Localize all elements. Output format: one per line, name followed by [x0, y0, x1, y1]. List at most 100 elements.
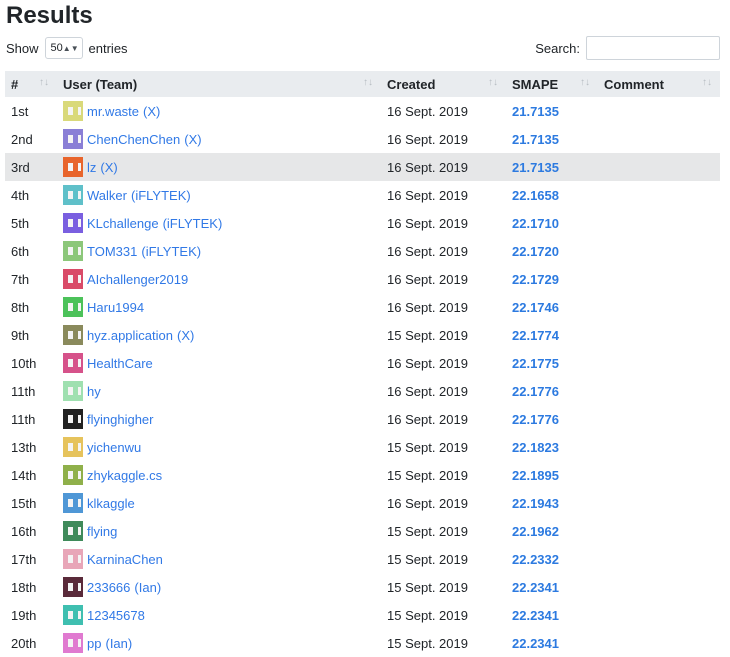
identicon-avatar-icon: [63, 605, 83, 625]
table-row: 17th KarninaChen 15 Sept. 2019 22.2332: [5, 545, 720, 573]
smape-score-link[interactable]: 22.1823: [506, 433, 598, 461]
identicon-avatar-icon: [63, 633, 83, 653]
smape-score-link[interactable]: 22.2332: [506, 545, 598, 573]
rank-cell: 9th: [11, 327, 30, 343]
user-link[interactable]: mr.waste: [87, 104, 139, 119]
team-link[interactable]: (X): [184, 132, 201, 147]
table-row: 5th KLchallenge (iFLYTEK) 16 Sept. 2019 22.1…: [5, 209, 720, 237]
identicon-avatar-icon: [63, 409, 83, 429]
team-link[interactable]: (X): [143, 104, 160, 119]
comment-cell: [598, 181, 720, 209]
user-link[interactable]: TOM331: [87, 244, 137, 259]
smape-score-link[interactable]: 21.7135: [506, 97, 598, 125]
smape-score-link[interactable]: 22.2341: [506, 629, 598, 657]
user-link[interactable]: AIchallenger2019: [87, 272, 188, 287]
user-link[interactable]: KLchallenge: [87, 216, 159, 231]
user-link[interactable]: lz: [87, 160, 96, 175]
team-link[interactable]: (X): [177, 328, 194, 343]
sort-icon: ↑↓: [363, 77, 373, 88]
user-link[interactable]: klkaggle: [87, 496, 135, 511]
comment-cell: [598, 237, 720, 265]
search-input[interactable]: [586, 36, 720, 60]
smape-score-link[interactable]: 22.2341: [506, 573, 598, 601]
rank-cell: 11th: [11, 383, 36, 399]
identicon-avatar-icon: [63, 353, 83, 373]
identicon-avatar-icon: [63, 297, 83, 317]
user-link[interactable]: 233666: [87, 580, 130, 595]
created-cell: 16 Sept. 2019: [387, 187, 468, 203]
rank-cell: 5th: [11, 215, 30, 231]
column-header-smape[interactable]: SMAPE ↑↓: [506, 71, 598, 97]
results-table: # ↑↓ User (Team) ↑↓ Created ↑↓ SMAPE ↑↓ …: [5, 71, 720, 657]
user-link[interactable]: 12345678: [87, 608, 145, 623]
user-cell: ChenChenChen (X): [57, 125, 381, 153]
user-link[interactable]: KarninaChen: [87, 552, 163, 567]
smape-score-link[interactable]: 22.1943: [506, 489, 598, 517]
smape-score-link[interactable]: 21.7135: [506, 153, 598, 181]
created-cell: 16 Sept. 2019: [387, 271, 468, 287]
created-cell: 16 Sept. 2019: [387, 299, 468, 315]
smape-score-link[interactable]: 22.1776: [506, 377, 598, 405]
user-cell: 12345678: [57, 601, 381, 629]
table-row: 16th flying 15 Sept. 2019 22.1962: [5, 517, 720, 545]
smape-score-link[interactable]: 22.1746: [506, 293, 598, 321]
rank-cell: 14th: [11, 467, 37, 483]
user-cell: AIchallenger2019: [57, 265, 381, 293]
rank-cell: 19th: [11, 607, 37, 623]
team-link[interactable]: (Ian): [134, 580, 161, 595]
smape-score-link[interactable]: 21.7135: [506, 125, 598, 153]
smape-score-link[interactable]: 22.1774: [506, 321, 598, 349]
smape-score-link[interactable]: 22.1658: [506, 181, 598, 209]
identicon-avatar-icon: [63, 185, 83, 205]
user-link[interactable]: HealthCare: [87, 356, 153, 371]
smape-score-link[interactable]: 22.1895: [506, 461, 598, 489]
user-link[interactable]: pp: [87, 636, 101, 651]
sort-icon: ↑↓: [702, 77, 712, 88]
user-link[interactable]: Haru1994: [87, 300, 144, 315]
team-link[interactable]: (X): [100, 160, 117, 175]
comment-cell: [598, 405, 720, 433]
smape-score-link[interactable]: 22.1729: [506, 265, 598, 293]
smape-score-link[interactable]: 22.1720: [506, 237, 598, 265]
user-cell: KarninaChen: [57, 545, 381, 573]
column-header-created[interactable]: Created ↑↓: [381, 71, 506, 97]
column-header-comment[interactable]: Comment ↑↓: [598, 71, 720, 97]
sort-icon: ↑↓: [580, 77, 590, 88]
user-link[interactable]: hy: [87, 384, 101, 399]
user-link[interactable]: flyinghigher: [87, 412, 154, 427]
team-link[interactable]: (iFLYTEK): [163, 216, 223, 231]
team-link[interactable]: (iFLYTEK): [131, 188, 191, 203]
smape-score-link[interactable]: 22.1710: [506, 209, 598, 237]
table-row: 3rd lz (X) 16 Sept. 2019 21.7135: [5, 153, 720, 181]
identicon-avatar-icon: [63, 269, 83, 289]
identicon-avatar-icon: [63, 213, 83, 233]
smape-score-link[interactable]: 22.1962: [506, 517, 598, 545]
identicon-avatar-icon: [63, 549, 83, 569]
identicon-avatar-icon: [63, 577, 83, 597]
user-cell: lz (X): [57, 153, 381, 181]
team-link[interactable]: (Ian): [105, 636, 132, 651]
user-link[interactable]: yichenwu: [87, 440, 141, 455]
column-header-rank[interactable]: # ↑↓: [5, 71, 57, 97]
created-cell: 16 Sept. 2019: [387, 215, 468, 231]
user-link[interactable]: ChenChenChen: [87, 132, 180, 147]
created-cell: 15 Sept. 2019: [387, 579, 468, 595]
smape-score-link[interactable]: 22.1776: [506, 405, 598, 433]
entries-select[interactable]: 50 ▲▼: [44, 37, 83, 59]
table-row: 2nd ChenChenChen (X) 16 Sept. 2019 21.7135: [5, 125, 720, 153]
user-cell: 233666 (Ian): [57, 573, 381, 601]
user-cell: zhykaggle.cs: [57, 461, 381, 489]
identicon-avatar-icon: [63, 465, 83, 485]
table-row: 1st mr.waste (X) 16 Sept. 2019 21.7135: [5, 97, 720, 125]
user-link[interactable]: flying: [87, 524, 117, 539]
user-cell: Walker (iFLYTEK): [57, 181, 381, 209]
team-link[interactable]: (iFLYTEK): [141, 244, 201, 259]
smape-score-link[interactable]: 22.1775: [506, 349, 598, 377]
user-cell: yichenwu: [57, 433, 381, 461]
user-link[interactable]: hyz.application: [87, 328, 173, 343]
user-link[interactable]: Walker: [87, 188, 127, 203]
rank-cell: 2nd: [11, 131, 33, 147]
column-header-user[interactable]: User (Team) ↑↓: [57, 71, 381, 97]
smape-score-link[interactable]: 22.2341: [506, 601, 598, 629]
user-link[interactable]: zhykaggle.cs: [87, 468, 162, 483]
